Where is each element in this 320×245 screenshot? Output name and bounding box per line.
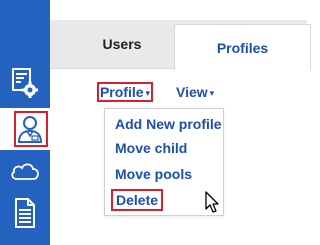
sidebar-item-cloud[interactable]	[0, 150, 50, 192]
profile-button-label: Profile	[99, 84, 144, 100]
chevron-down-icon: ▾	[145, 87, 151, 98]
tab-users[interactable]: Users	[72, 20, 172, 68]
view-dropdown-button[interactable]: View ▾	[176, 82, 220, 102]
document-icon	[15, 198, 35, 228]
view-button-label: View	[176, 84, 208, 100]
tab-profiles[interactable]: Profiles	[174, 24, 311, 70]
sidebar-item-documents[interactable]	[0, 192, 50, 238]
mouse-pointer-icon	[205, 191, 219, 213]
profile-dropdown-button[interactable]: Profile ▾	[97, 82, 153, 102]
menu-item-delete[interactable]: Delete	[111, 189, 164, 211]
menu-item-move-child[interactable]: Move child	[115, 139, 187, 157]
tab-users-label: Users	[102, 36, 142, 52]
menu-item-add-new-profile[interactable]: Add New profile	[115, 115, 222, 133]
menu-item-move-pools[interactable]: Move pools	[115, 165, 192, 183]
profile-icon	[17, 116, 43, 143]
tab-bar: Users Profiles	[50, 20, 311, 70]
chevron-down-icon: ▾	[209, 87, 215, 98]
cloud-icon	[11, 163, 39, 180]
tab-profiles-label: Profiles	[216, 39, 269, 56]
sidebar	[0, 0, 50, 245]
sidebar-item-profiles[interactable]	[0, 108, 50, 150]
sidebar-item-configuration[interactable]	[0, 64, 50, 104]
config-icon	[12, 68, 38, 98]
